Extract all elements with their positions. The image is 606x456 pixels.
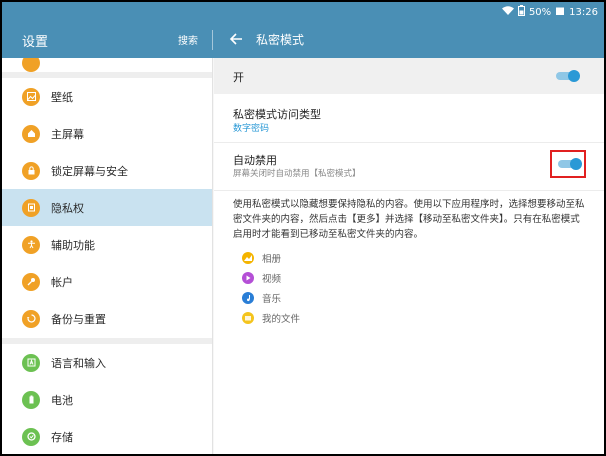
gallery-icon (242, 252, 254, 264)
music-icon (242, 292, 254, 304)
sidebar-item-label: 壁纸 (51, 90, 73, 104)
wallpaper-icon (22, 87, 40, 106)
settings-list: 壁纸 主屏幕 锁定屏幕与安全 隐私权 辅助功能 帐户 备份与重置 语言和输入 电… (2, 58, 213, 454)
privacy-description: 使用私密模式以隐藏想要保持隐私的内容。使用以下应用程序时，选择想要移动至私密文件… (233, 199, 585, 240)
highlight-box (550, 150, 586, 178)
backup-icon (22, 309, 40, 328)
app-label: 我的文件 (262, 314, 301, 325)
video-icon (242, 272, 254, 284)
battery-percent: 50% (528, 7, 552, 18)
sidebar-item-language[interactable]: 语言和输入 (2, 344, 212, 381)
app-item-video: 视频 (242, 268, 300, 288)
battery-icon (517, 5, 525, 21)
battery-icon (22, 390, 40, 409)
search-button[interactable]: 搜索 (178, 32, 198, 47)
screen: 50% 13:26 设置 搜索 私密模式 壁纸 主屏幕 锁定屏幕与安全 隐私权 … (0, 0, 606, 456)
master-switch-row[interactable]: 开 (214, 58, 604, 94)
sidebar-item-label: 备份与重置 (51, 312, 106, 326)
app-item-my-files: 我的文件 (242, 308, 300, 328)
language-icon (22, 353, 40, 372)
wifi-icon (501, 5, 514, 21)
auto-disable-title: 自动禁用 (233, 154, 277, 167)
privacy-icon (22, 198, 40, 217)
sidebar-item-label: 辅助功能 (51, 238, 95, 252)
app-item-music: 音乐 (242, 288, 300, 308)
sidebar-item-label: 电池 (51, 393, 73, 407)
header-divider (212, 30, 213, 50)
sidebar-item-label: 隐私权 (51, 201, 84, 215)
sidebar-item-label: 帐户 (51, 275, 73, 289)
list-item-icon (22, 58, 40, 72)
toggle-knob (568, 70, 580, 82)
master-switch-label: 开 (233, 71, 244, 84)
sidebar-item-home[interactable]: 主屏幕 (2, 115, 212, 152)
app-bar: 设置 搜索 私密模式 (2, 22, 604, 58)
access-type-value: 数字密码 (233, 124, 270, 134)
settings-header: 设置 搜索 (2, 22, 212, 58)
page-title: 私密模式 (256, 33, 305, 47)
sidebar-item-backup[interactable]: 备份与重置 (2, 300, 212, 337)
app-item-gallery: 相册 (242, 248, 300, 268)
sidebar-item-label: 语言和输入 (51, 356, 106, 370)
status-icons: 50% 13:26 (501, 5, 598, 21)
lock-icon (22, 161, 40, 180)
toggle-knob (570, 158, 582, 170)
sidebar-item-label: 主屏幕 (51, 127, 84, 141)
sidebar-item-accessibility[interactable]: 辅助功能 (2, 226, 212, 263)
settings-title: 设置 (22, 35, 49, 50)
sidebar-item-battery[interactable]: 电池 (2, 381, 212, 418)
alarm-icon (555, 6, 565, 21)
sidebar-item-wallpaper[interactable]: 壁纸 (2, 78, 212, 115)
sidebar-item-storage[interactable]: 存储 (2, 418, 212, 454)
sidebar-item-accounts[interactable]: 帐户 (2, 263, 212, 300)
supported-apps-list: 相册 视频 音乐 我的文件 (242, 248, 300, 328)
back-arrow-icon[interactable] (228, 31, 244, 47)
sidebar-item-label: 锁定屏幕与安全 (51, 164, 128, 178)
access-type-title: 私密模式访问类型 (233, 108, 321, 121)
auto-disable-toggle[interactable] (558, 158, 582, 170)
status-time: 13:26 (569, 7, 598, 18)
auto-disable-row[interactable]: 自动禁用 屏幕关闭时自动禁用【私密模式】 (214, 142, 604, 191)
sidebar-item-lock-screen[interactable]: 锁定屏幕与安全 (2, 152, 212, 189)
storage-icon (22, 427, 40, 446)
auto-disable-subtitle: 屏幕关闭时自动禁用【私密模式】 (233, 169, 361, 179)
key-icon (22, 272, 40, 291)
app-label: 音乐 (262, 294, 282, 305)
sidebar-item-label: 存储 (51, 430, 73, 444)
home-icon (22, 124, 40, 143)
status-bar: 50% 13:26 (2, 2, 604, 22)
master-switch-toggle[interactable] (556, 70, 580, 82)
app-label: 相册 (262, 254, 282, 265)
folder-icon (242, 312, 254, 324)
accessibility-icon (22, 235, 40, 254)
privacy-mode-panel: 开 私密模式访问类型 数字密码 自动禁用 屏幕关闭时自动禁用【私密模式】 使用私… (214, 58, 604, 454)
access-type-row[interactable]: 私密模式访问类型 数字密码 (214, 94, 604, 143)
app-label: 视频 (262, 274, 282, 285)
sidebar-item-privacy[interactable]: 隐私权 (2, 189, 212, 226)
